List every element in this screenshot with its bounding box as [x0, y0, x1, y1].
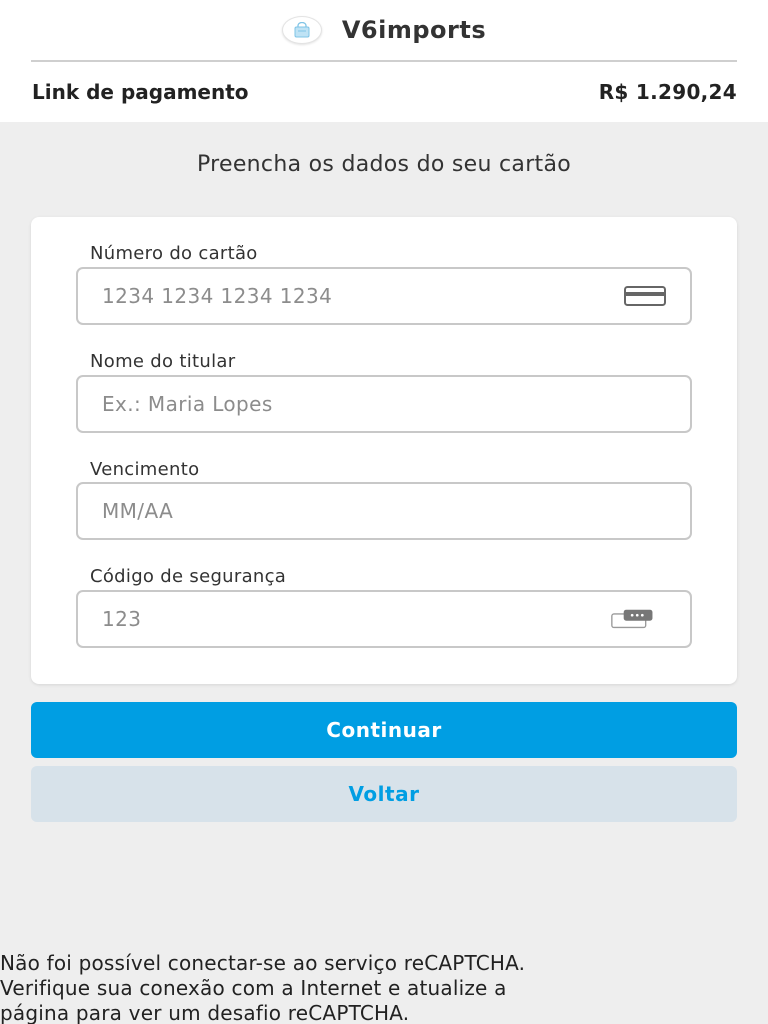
- brand-row: V6imports: [0, 0, 768, 60]
- card-number-label: Número do cartão: [90, 243, 258, 264]
- form-title: Preencha os dados do seu cartão: [196, 152, 572, 177]
- payment-label: Link de pagamento: [32, 80, 249, 104]
- payment-summary: Link de pagamento R$ 1.290,24: [32, 76, 737, 108]
- holder-name-label: Nome do titular: [90, 351, 236, 372]
- back-button[interactable]: Voltar: [31, 766, 737, 822]
- payment-amount: R$ 1.290,24: [598, 80, 737, 104]
- brand-name: V6imports: [341, 16, 487, 44]
- holder-name-input[interactable]: [76, 375, 692, 433]
- card-form: Número do cartão Nome do titular Vencime…: [31, 217, 737, 684]
- continue-button[interactable]: Continuar: [31, 702, 737, 758]
- security-code-label: Código de segurança: [90, 566, 287, 587]
- recaptcha-error-message: Não foi possível conectar-se ao serviço …: [0, 951, 526, 1024]
- security-code-input[interactable]: [76, 590, 692, 648]
- expiry-input[interactable]: [76, 482, 692, 540]
- credit-card-icon: [623, 282, 667, 310]
- card-number-input[interactable]: [76, 267, 692, 325]
- page-header: V6imports Link de pagamento R$ 1.290,24: [0, 0, 768, 122]
- shopping-bag-icon: [281, 16, 322, 44]
- expiry-label: Vencimento: [90, 459, 200, 480]
- card-cvv-icon: [611, 605, 655, 633]
- payment-page: V6imports Link de pagamento R$ 1.290,24 …: [0, 0, 768, 1024]
- header-divider: [31, 60, 737, 62]
